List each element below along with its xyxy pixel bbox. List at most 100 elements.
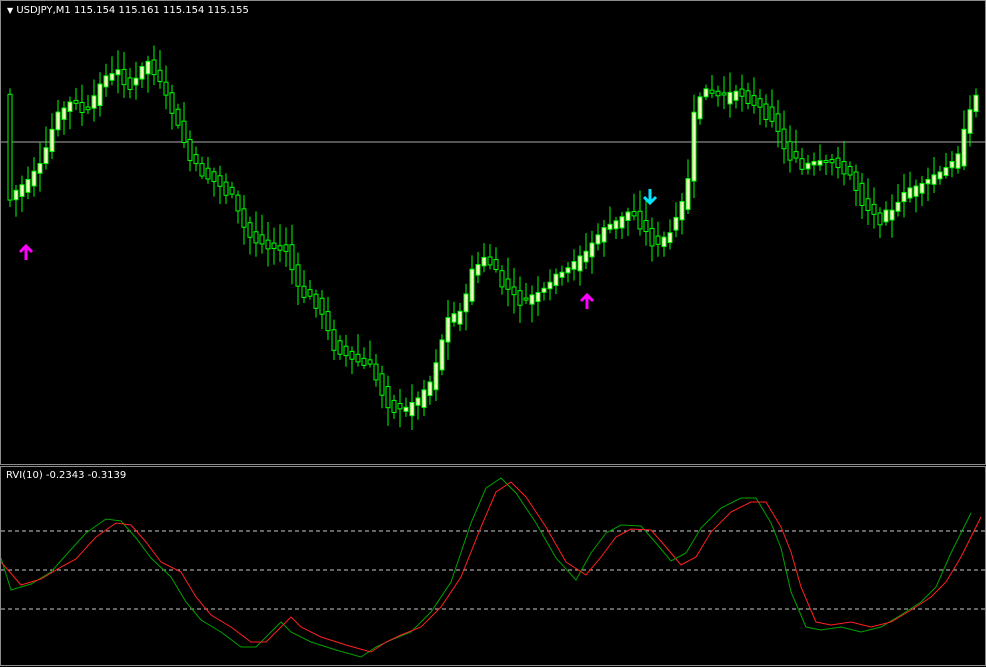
candle-body bbox=[619, 216, 625, 229]
candle-body bbox=[325, 311, 331, 332]
candle-body bbox=[823, 160, 829, 164]
candle-body bbox=[817, 160, 823, 166]
candle-body bbox=[331, 329, 337, 351]
candle-body bbox=[271, 242, 277, 249]
candle-body bbox=[595, 234, 601, 245]
candle-body bbox=[757, 98, 763, 108]
candle-body bbox=[109, 73, 115, 81]
candle-body bbox=[829, 158, 835, 164]
candle-body bbox=[571, 261, 577, 270]
candle-body bbox=[103, 75, 109, 88]
candle-body bbox=[529, 294, 535, 305]
candle-body bbox=[541, 287, 547, 293]
arrow-up-icon bbox=[18, 243, 34, 260]
candle-body bbox=[457, 310, 463, 325]
candle-body bbox=[583, 250, 589, 263]
candle-body bbox=[13, 189, 19, 201]
candle-body bbox=[451, 313, 457, 323]
candle-body bbox=[127, 77, 133, 90]
candle-body bbox=[877, 212, 883, 226]
candle-body bbox=[121, 68, 127, 86]
candle-body bbox=[523, 297, 529, 301]
candle-body bbox=[853, 171, 859, 191]
candle-body bbox=[397, 402, 403, 410]
ohlc-label: 115.154 115.161 115.154 115.155 bbox=[73, 5, 249, 16]
candle-body bbox=[895, 201, 901, 212]
candle-body bbox=[259, 234, 265, 245]
candle-body bbox=[85, 106, 91, 111]
chart-title: ▼ USDJPY,M1 115.154 115.161 115.154 115.… bbox=[7, 5, 249, 17]
candle-body bbox=[157, 69, 163, 83]
candle-body bbox=[199, 163, 205, 177]
candle-body bbox=[547, 281, 553, 290]
candle-body bbox=[631, 211, 637, 217]
candle-body bbox=[901, 191, 907, 203]
candle-body bbox=[79, 101, 85, 113]
candle-body bbox=[97, 83, 103, 107]
candle-body bbox=[193, 154, 199, 165]
candle-body bbox=[805, 162, 811, 170]
candle-body bbox=[535, 292, 541, 303]
candle-body bbox=[967, 109, 973, 134]
candle-body bbox=[601, 227, 607, 243]
candle-body bbox=[415, 397, 421, 406]
candle-body bbox=[643, 220, 649, 233]
candle-body bbox=[685, 178, 691, 210]
candle-body bbox=[163, 81, 169, 96]
triangle-down-icon[interactable]: ▼ bbox=[7, 6, 13, 15]
candle-body bbox=[613, 220, 619, 230]
candle-body bbox=[289, 244, 295, 271]
candle-body bbox=[751, 95, 757, 106]
rvi-chart-canvas[interactable] bbox=[1, 467, 986, 667]
candle-body bbox=[91, 95, 97, 109]
candle-body bbox=[349, 350, 355, 360]
candle-body bbox=[835, 157, 841, 169]
candle-body bbox=[73, 99, 79, 104]
candle-body bbox=[343, 345, 349, 357]
candle-body bbox=[181, 120, 187, 144]
candle-body bbox=[169, 92, 175, 114]
candle-body bbox=[421, 389, 427, 408]
candle-body bbox=[379, 373, 385, 396]
candle-body bbox=[361, 357, 367, 366]
candle-body bbox=[775, 113, 781, 132]
candle-body bbox=[913, 185, 919, 197]
candle-body bbox=[577, 255, 583, 272]
candle-body bbox=[937, 171, 943, 180]
candle-body bbox=[31, 170, 37, 187]
candle-body bbox=[745, 90, 751, 105]
candle-body bbox=[223, 181, 229, 196]
candle-body bbox=[205, 167, 211, 180]
candle-body bbox=[475, 264, 481, 276]
candle-body bbox=[55, 111, 61, 131]
candle-body bbox=[463, 293, 469, 313]
candle-body bbox=[703, 88, 709, 98]
candle-body bbox=[517, 290, 523, 306]
candle-body bbox=[367, 359, 373, 365]
candle-body bbox=[505, 278, 511, 290]
candle-body bbox=[511, 286, 517, 296]
price-chart-canvas[interactable] bbox=[1, 1, 986, 466]
candle-body bbox=[487, 256, 493, 266]
candle-body bbox=[319, 297, 325, 315]
candle-body bbox=[655, 235, 661, 245]
candle-body bbox=[211, 171, 217, 183]
candle-body bbox=[919, 182, 925, 194]
candle-body bbox=[493, 259, 499, 271]
candle-body bbox=[715, 90, 721, 97]
candle-body bbox=[283, 244, 289, 252]
rvi-title: RVI(10) -0.2343 -0.3139 bbox=[6, 470, 127, 481]
candle-body bbox=[145, 60, 151, 75]
candle-body bbox=[841, 161, 847, 175]
candle-body bbox=[739, 88, 745, 97]
rvi-indicator-pane[interactable]: RVI(10) -0.2343 -0.3139 bbox=[0, 466, 986, 666]
candle-body bbox=[769, 106, 775, 122]
price-chart-pane[interactable]: ▼ USDJPY,M1 115.154 115.161 115.154 115.… bbox=[0, 0, 986, 465]
candle-body bbox=[793, 151, 799, 159]
candle-body bbox=[37, 163, 43, 174]
candle-body bbox=[649, 227, 655, 247]
candle-body bbox=[973, 94, 979, 113]
candle-body bbox=[277, 245, 283, 251]
candle-body bbox=[679, 200, 685, 221]
candle-body bbox=[553, 273, 559, 286]
